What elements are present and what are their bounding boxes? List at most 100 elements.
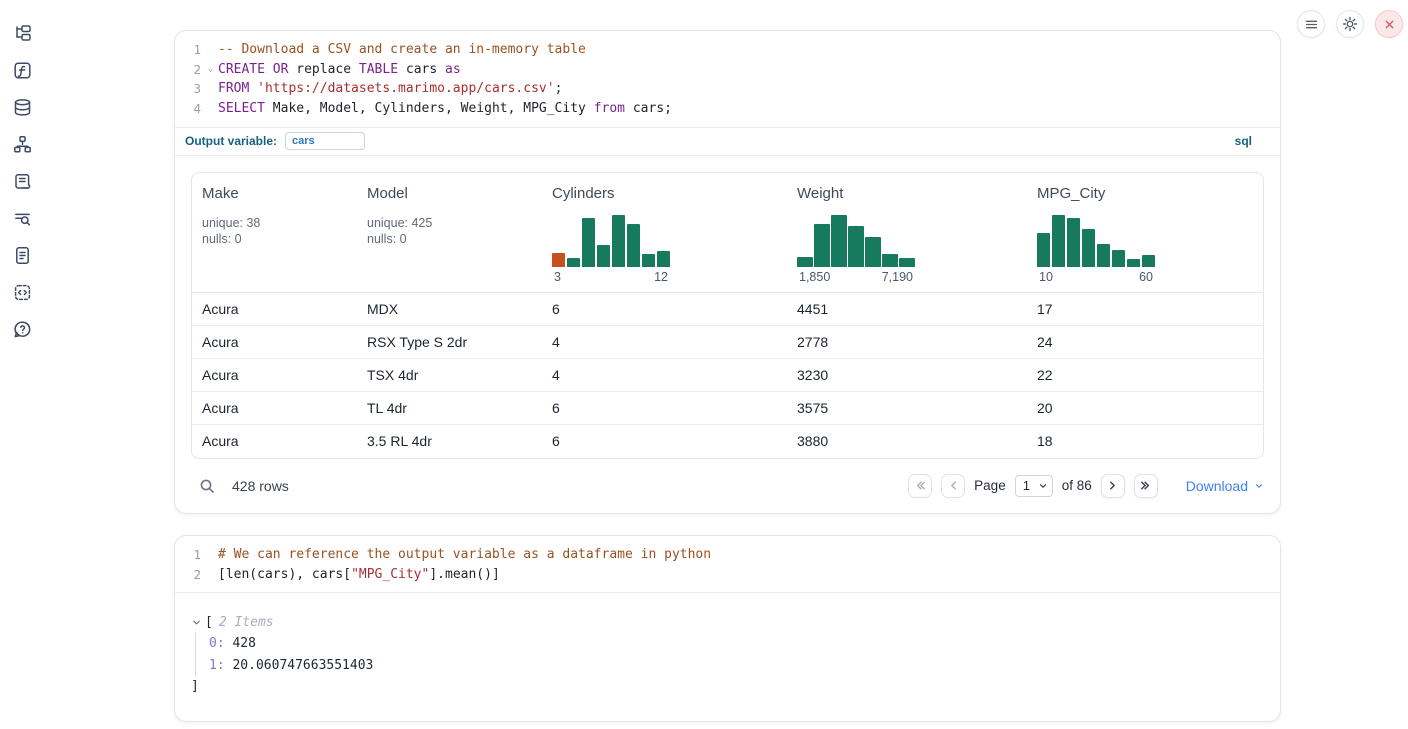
- sidebar-item-logs[interactable]: [12, 208, 32, 228]
- output-variable-label: Output variable:: [185, 134, 277, 148]
- table-row: AcuraMDX6445117: [192, 293, 1263, 326]
- column-histogram: 1,8507,190: [797, 215, 915, 284]
- sidebar-item-help[interactable]: [12, 319, 32, 339]
- tree-items-count: 2 Items: [219, 615, 274, 630]
- axis-min-label: 1,850: [799, 270, 830, 284]
- chevron-down-icon: [1254, 481, 1264, 491]
- sidebar-item-data-sources[interactable]: [12, 97, 32, 117]
- histogram-bar: [627, 224, 640, 267]
- code-token: cars;: [625, 101, 672, 116]
- first-page-button[interactable]: [908, 474, 932, 498]
- notebook: 1 -- Download a CSV and create an in-memo…: [174, 0, 1281, 722]
- histogram-bars: [552, 215, 670, 267]
- chevron-left-icon: [947, 479, 960, 492]
- histogram-bar: [1052, 215, 1065, 267]
- column-header-weight: Weight1,8507,190: [787, 173, 1027, 292]
- histogram-bar: [582, 218, 595, 267]
- code-token: [len(cars), cars[: [218, 567, 351, 582]
- code-token: CREATE: [218, 62, 265, 77]
- menu-button[interactable]: [1297, 10, 1325, 38]
- code-token: ;: [555, 81, 563, 96]
- histogram-bar: [657, 251, 670, 267]
- prev-page-button[interactable]: [941, 474, 965, 498]
- gear-icon: [1342, 16, 1358, 32]
- histogram-bar: [882, 254, 898, 267]
- search-icon[interactable]: [199, 478, 215, 494]
- table-cell: 17: [1027, 301, 1263, 317]
- output-variable-input[interactable]: [285, 132, 365, 150]
- column-header-cylinders: Cylinders 312: [542, 173, 787, 292]
- sidebar-item-scratchpad[interactable]: [12, 171, 32, 191]
- histogram-bar: [814, 224, 830, 267]
- sidebar-item-variables[interactable]: [12, 60, 32, 80]
- python-cell-output: [2 Items0: 4281: 20.060747663551403]: [175, 592, 1280, 721]
- code-text: # We can reference the output variable a…: [216, 545, 711, 565]
- code-text: -- Download a CSV and create an in-memor…: [216, 40, 586, 60]
- code-token: Make, Model, Cylinders, Weight, MPG_City: [265, 101, 594, 116]
- histogram-bar: [797, 257, 813, 267]
- histogram-bar: [1142, 255, 1155, 267]
- chevrons-left-icon: [914, 479, 927, 492]
- function-icon: [13, 61, 32, 80]
- settings-button[interactable]: [1336, 10, 1364, 38]
- column-stats: unique: 38nulls: 0: [202, 215, 260, 248]
- tree-entry: 0: 428: [209, 633, 1264, 655]
- table-cell: MDX: [357, 301, 542, 317]
- file-tree-icon: [13, 24, 32, 43]
- sidebar-item-snippets[interactable]: [12, 282, 32, 302]
- chevron-down-icon[interactable]: [191, 617, 202, 628]
- code-token: SELECT: [218, 101, 265, 116]
- next-page-button[interactable]: [1101, 474, 1125, 498]
- table-cell: 4: [542, 334, 787, 350]
- code-line: 2[len(cars), cars["MPG_City"].mean()]: [175, 565, 1280, 585]
- last-page-button[interactable]: [1134, 474, 1158, 498]
- column-stat: nulls: 0: [367, 231, 432, 248]
- histogram-axis: 312: [552, 267, 670, 284]
- column-name: Cylinders: [552, 185, 615, 202]
- column-stat: unique: 38: [202, 215, 260, 232]
- line-number: 1: [175, 40, 205, 60]
- hamburger-icon: [1304, 17, 1319, 32]
- line-number: 3: [175, 79, 205, 99]
- histogram-bars: [797, 215, 915, 267]
- code-token: replace: [288, 62, 358, 77]
- histogram-bar: [1112, 250, 1125, 267]
- sidebar-item-dependency-graph[interactable]: [12, 134, 32, 154]
- download-label: Download: [1186, 478, 1248, 494]
- tree-entry-value: 20.060747663551403: [225, 658, 374, 673]
- tree-root-line: [2 Items: [191, 611, 1264, 633]
- python-cell: 1 # We can reference the output variable …: [174, 535, 1281, 722]
- code-token: from: [594, 101, 625, 116]
- table-header: Makeunique: 38nulls: 0Modelunique: 425nu…: [192, 173, 1263, 293]
- fold-spacer: [205, 99, 216, 119]
- column-stat: unique: 425: [367, 215, 432, 232]
- table-cell: 3575: [787, 400, 1027, 416]
- histogram-bar: [1127, 259, 1140, 267]
- shutdown-button[interactable]: [1375, 10, 1403, 38]
- table-cell: 3230: [787, 367, 1027, 383]
- sql-language-badge[interactable]: sql: [1235, 134, 1252, 148]
- tree-children: 0: 4281: 20.060747663551403: [195, 633, 1264, 677]
- line-number: 1: [175, 545, 205, 565]
- code-line: 1 -- Download a CSV and create an in-memo…: [175, 40, 1280, 60]
- code-text: [len(cars), cars["MPG_City"].mean()]: [216, 565, 500, 585]
- download-button[interactable]: Download: [1186, 478, 1264, 494]
- table-cell: 6: [542, 433, 787, 449]
- tree-entry-value: 428: [225, 636, 256, 651]
- fold-chevron-icon[interactable]: ⌄: [205, 60, 216, 80]
- column-header-make: Makeunique: 38nulls: 0: [192, 173, 357, 292]
- page-total: of 86: [1062, 478, 1092, 493]
- table-cell: 6: [542, 301, 787, 317]
- code-token: OR: [273, 62, 289, 77]
- code-token: cars: [398, 62, 445, 77]
- page-select[interactable]: 1: [1015, 475, 1053, 497]
- chevrons-right-icon: [1139, 479, 1152, 492]
- histogram-bar: [612, 215, 625, 267]
- axis-max-label: 12: [654, 270, 668, 284]
- sql-code-editor[interactable]: 1 -- Download a CSV and create an in-memo…: [175, 31, 1280, 127]
- sidebar-item-documentation[interactable]: [12, 245, 32, 265]
- sidebar-item-file-explorer[interactable]: [12, 23, 32, 43]
- code-token: FROM: [218, 81, 249, 96]
- code-line: 4SELECT Make, Model, Cylinders, Weight, …: [175, 99, 1280, 119]
- python-code-editor[interactable]: 1 # We can reference the output variable …: [175, 536, 1280, 592]
